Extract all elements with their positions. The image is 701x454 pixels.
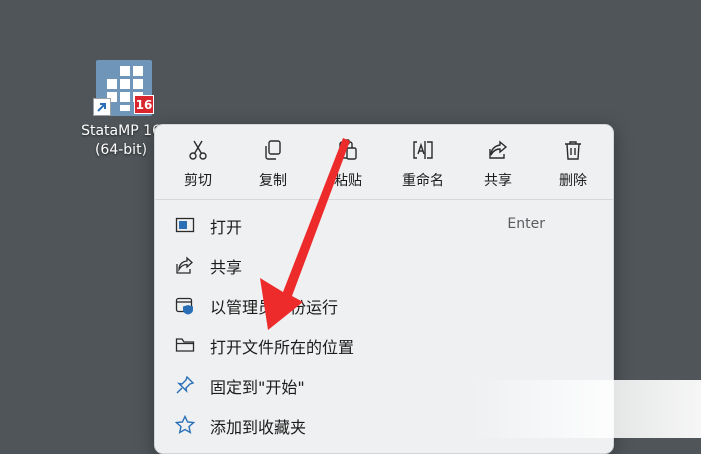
copy-label: 复制: [259, 173, 287, 189]
copy-button[interactable]: 复制: [237, 125, 309, 199]
star-icon: [175, 415, 195, 435]
menu-item-open-file-location-label: 打开文件所在的位置: [210, 338, 355, 357]
menu-item-share[interactable]: 共享: [155, 245, 613, 285]
open-window-icon: [175, 215, 195, 235]
scissors-icon: [187, 139, 209, 161]
paste-button[interactable]: 粘贴: [312, 125, 384, 199]
menu-item-add-to-favorites[interactable]: 添加到收藏夹: [155, 405, 613, 445]
delete-label: 删除: [559, 173, 587, 189]
trash-icon: [562, 139, 584, 161]
context-menu-action-bar: 剪切 复制 粘贴 重命名 共享 删除: [155, 125, 613, 199]
menu-item-open-shortcut: Enter: [507, 216, 545, 232]
copy-icon: [262, 139, 284, 161]
share-icon: [175, 255, 195, 275]
menu-item-add-to-favorites-label: 添加到收藏夹: [210, 418, 307, 437]
menu-item-open[interactable]: 打开 Enter: [155, 205, 613, 245]
paste-label: 粘贴: [334, 173, 362, 189]
folder-icon: [175, 335, 195, 355]
menu-item-pin-to-start-label: 固定到"开始": [210, 378, 305, 397]
pin-icon: [175, 375, 195, 395]
menu-item-share-label: 共享: [210, 258, 243, 277]
paste-icon: [337, 139, 359, 161]
admin-shield-icon: [175, 295, 195, 315]
share-button[interactable]: 共享: [462, 125, 534, 199]
shortcut-arrow-icon: [93, 98, 111, 116]
version-badge: 16: [134, 95, 154, 114]
share-icon: [487, 139, 509, 161]
menu-item-run-as-admin[interactable]: 以管理员身份运行: [155, 285, 613, 325]
rename-label: 重命名: [402, 173, 444, 189]
rename-icon: [412, 139, 434, 161]
menu-item-open-file-location[interactable]: 打开文件所在的位置: [155, 325, 613, 365]
cut-label: 剪切: [184, 173, 212, 189]
context-menu: 剪切 复制 粘贴 重命名 共享 删除 打开 Enter 共享 以管理员身份运行 …: [154, 124, 614, 454]
menu-item-pin-to-start[interactable]: 固定到"开始": [155, 365, 613, 405]
cut-button[interactable]: 剪切: [162, 125, 234, 199]
menu-divider: [155, 199, 613, 200]
menu-item-open-label: 打开: [210, 218, 243, 237]
rename-button[interactable]: 重命名: [387, 125, 459, 199]
menu-item-run-as-admin-label: 以管理员身份运行: [210, 298, 339, 317]
delete-button[interactable]: 删除: [537, 125, 609, 199]
share-label: 共享: [484, 173, 512, 189]
